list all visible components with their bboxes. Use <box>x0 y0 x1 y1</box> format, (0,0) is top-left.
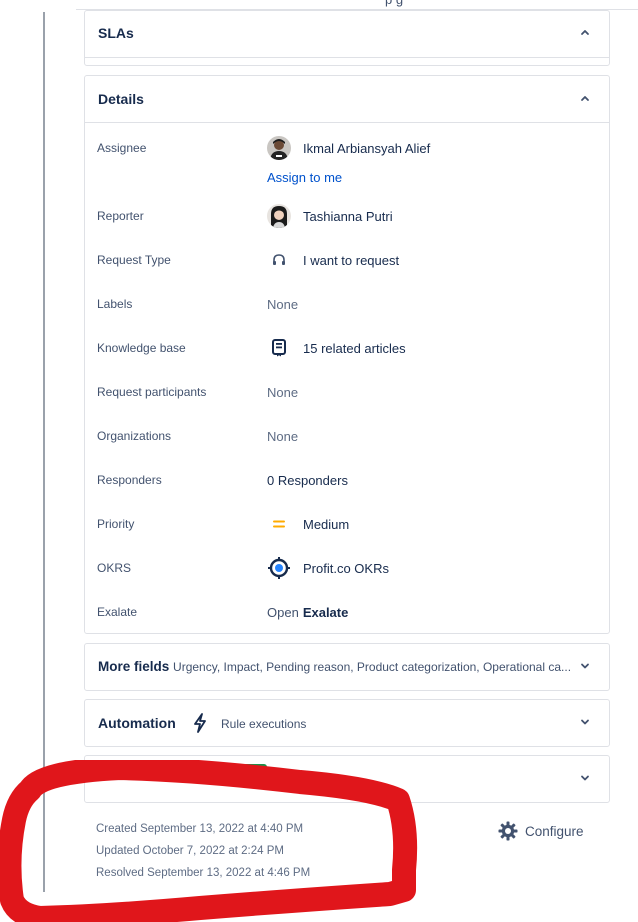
cutoff-text: p g <box>385 0 403 7</box>
chevron-up-icon[interactable] <box>579 26 591 38</box>
field-label: Organizations <box>97 429 172 443</box>
created-timestamp: Created September 13, 2022 at 4:40 PM <box>96 823 304 835</box>
field-exalate: Exalate Open Exalate <box>85 602 609 622</box>
priority-value[interactable]: Medium <box>267 514 349 534</box>
field-reporter: Reporter Tashianna Putri <box>85 204 609 228</box>
request-type-text: I want to request <box>303 252 400 268</box>
book-icon <box>267 336 291 360</box>
reporter-avatar <box>267 204 291 228</box>
slas-header[interactable]: SLAs <box>85 11 609 57</box>
field-label: Priority <box>97 517 135 531</box>
more-fields-panel[interactable]: More fields Urgency, Impact, Pending rea… <box>84 643 610 691</box>
knowledge-base-value[interactable]: 15 related articles <box>267 338 406 358</box>
assignee-avatar <box>267 136 291 160</box>
details-title: Details <box>98 91 144 107</box>
field-label: Request participants <box>97 385 207 399</box>
field-organizations: Organizations None <box>85 426 609 446</box>
target-icon <box>267 556 291 580</box>
more-fields-title: More fields Urgency, Impact, Pending rea… <box>98 659 572 674</box>
resolved-timestamp: Resolved September 13, 2022 at 4:46 PM <box>96 867 311 879</box>
automation-subtitle: Rule executions <box>221 717 307 731</box>
labels-value[interactable]: None <box>267 294 298 314</box>
gear-icon <box>498 821 518 841</box>
chevron-down-icon[interactable] <box>579 660 591 672</box>
reporter-value[interactable]: Tashianna Putri <box>267 204 393 228</box>
field-request-participants: Request participants None <box>85 382 609 402</box>
assign-to-me-link[interactable]: Assign to me <box>267 167 342 187</box>
headset-icon <box>267 248 291 272</box>
more-fields-subtitle: Urgency, Impact, Pending reason, Product… <box>173 660 572 674</box>
knowledge-base-text: 15 related articles <box>303 340 406 356</box>
export-text: Export Excel <box>277 773 345 787</box>
field-priority: Priority Medium <box>85 514 609 534</box>
field-label: Responders <box>97 473 162 487</box>
request-participants-value[interactable]: None <box>267 382 298 402</box>
priority-medium-icon <box>267 512 291 536</box>
field-label: Labels <box>97 297 133 311</box>
field-label: Exalate <box>97 605 138 619</box>
slas-divider <box>85 57 609 58</box>
chevron-down-icon[interactable] <box>579 716 591 728</box>
configure-button[interactable]: Configure <box>498 821 584 841</box>
assign-to-me-row: Assign to me <box>85 167 609 187</box>
excel-icon: X <box>243 764 267 786</box>
responders-value[interactable]: 0 Responders <box>267 470 348 490</box>
field-knowledge-base: Knowledge base 15 related articles <box>85 338 609 358</box>
okrs-text: Profit.co OKRs <box>303 560 389 576</box>
field-responders: Responders 0 Responders <box>85 470 609 490</box>
automation-title: Automation <box>98 715 176 731</box>
chevron-up-icon[interactable] <box>579 92 591 104</box>
organizations-value[interactable]: None <box>267 426 298 446</box>
field-assignee: Assignee Ikmal Arbiansyah Alief <box>85 136 609 160</box>
updated-timestamp: Updated October 7, 2022 at 2:24 PM <box>96 845 284 857</box>
details-panel: Details Assignee Ikmal Arbiansyah Alief … <box>84 75 610 634</box>
field-label: Knowledge base <box>97 341 186 355</box>
slas-panel: SLAs <box>84 10 610 66</box>
exalate-link[interactable]: Exalate <box>303 605 349 620</box>
exalate-prefix: Open <box>267 604 299 620</box>
field-label: Assignee <box>97 141 147 155</box>
assignee-value[interactable]: Ikmal Arbiansyah Alief <box>267 136 431 160</box>
exalate-value[interactable]: Open Exalate <box>267 602 348 622</box>
field-label: OKRS <box>97 561 132 575</box>
priority-text: Medium <box>303 516 350 532</box>
automation-panel[interactable]: Automation Rule executions <box>84 699 610 747</box>
details-divider <box>85 122 609 123</box>
field-label: Request Type <box>97 253 171 267</box>
field-okrs: OKRS Profit.co OKRs <box>85 556 609 580</box>
field-labels: Labels None <box>85 294 609 314</box>
export-panel[interactable]: X Export Excel <box>84 755 610 803</box>
left-timeline-border <box>43 12 45 892</box>
field-label: Reporter <box>97 209 144 223</box>
request-type-value[interactable]: I want to request <box>267 250 399 270</box>
reporter-name: Tashianna Putri <box>303 208 393 224</box>
okrs-value[interactable]: Profit.co OKRs <box>267 556 389 580</box>
slas-title: SLAs <box>98 25 134 41</box>
lightning-bolt-icon <box>194 713 206 733</box>
chevron-down-icon[interactable] <box>579 772 591 784</box>
configure-label: Configure <box>525 823 584 839</box>
details-header[interactable]: Details <box>85 76 609 122</box>
assignee-name: Ikmal Arbiansyah Alief <box>303 140 431 156</box>
field-request-type: Request Type I want to request <box>85 250 609 270</box>
